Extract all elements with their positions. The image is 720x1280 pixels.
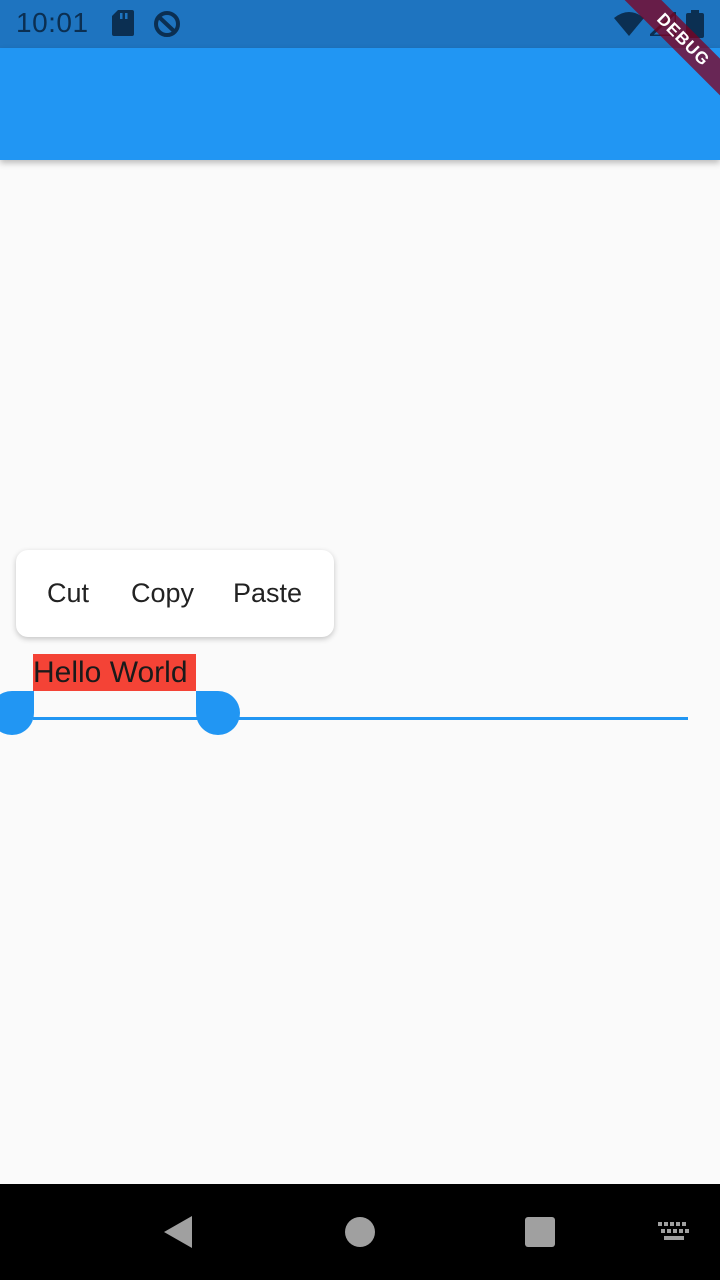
text-field-selected-text[interactable]: Hello World (33, 654, 196, 691)
back-icon[interactable] (164, 1216, 192, 1248)
paste-button[interactable]: Paste (233, 578, 302, 609)
selection-end-handle[interactable] (196, 691, 240, 735)
sync-disabled-icon (152, 9, 182, 44)
copy-button[interactable]: Copy (131, 578, 194, 609)
cut-button[interactable]: Cut (47, 578, 89, 609)
sd-card-icon (112, 10, 134, 41)
app-bar (0, 48, 720, 160)
selection-start-handle[interactable] (0, 691, 34, 735)
status-bar: 10:01 (0, 0, 720, 48)
status-time: 10:01 (16, 7, 89, 38)
text-field-underline[interactable] (33, 717, 688, 720)
keyboard-icon[interactable] (658, 1222, 690, 1247)
recents-icon[interactable] (525, 1217, 555, 1247)
wifi-icon (614, 12, 644, 41)
navigation-bar (0, 1184, 720, 1280)
text-selection-toolbar: Cut Copy Paste (16, 550, 334, 637)
battery-icon (686, 10, 704, 43)
home-icon[interactable] (345, 1217, 375, 1247)
signal-icon (646, 8, 678, 41)
